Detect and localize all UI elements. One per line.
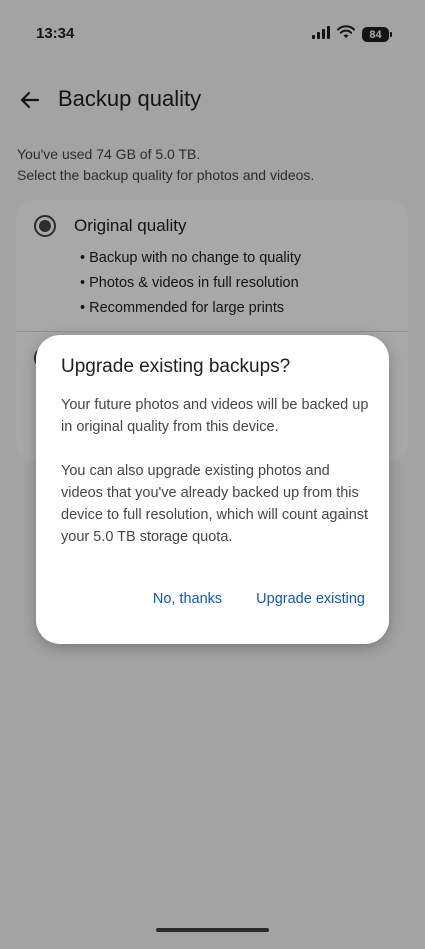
home-indicator[interactable] [156,928,269,932]
dialog-paragraph: Your future photos and videos will be ba… [61,397,369,435]
upgrade-dialog: Upgrade existing backups? Your future ph… [36,335,389,644]
dialog-actions: No, thanks Upgrade existing [153,591,365,607]
dialog-body: Your future photos and videos will be ba… [61,394,371,548]
dialog-title: Upgrade existing backups? [61,356,291,377]
no-thanks-button[interactable]: No, thanks [153,591,222,607]
dialog-paragraph: You can also upgrade existing photos and… [61,463,369,545]
upgrade-existing-button[interactable]: Upgrade existing [256,591,365,607]
